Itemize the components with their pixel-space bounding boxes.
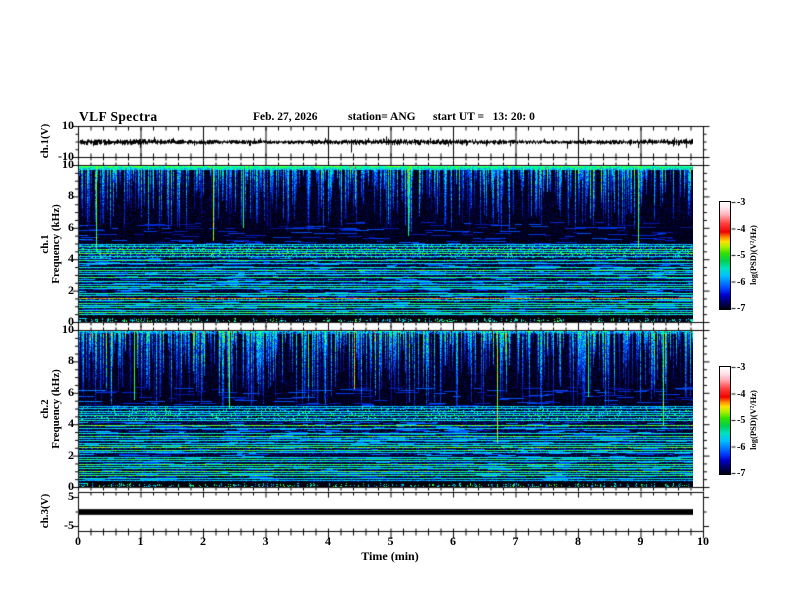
- tick-label: -5: [737, 415, 746, 426]
- tick-label: 6: [450, 534, 456, 548]
- tick-label: 2: [68, 282, 74, 297]
- tick-label: 2: [68, 447, 74, 462]
- tick-label: 1: [137, 534, 144, 548]
- tick-label: 6: [68, 384, 74, 399]
- tick-label: -4: [737, 223, 746, 235]
- tick-label: 8: [68, 188, 74, 203]
- tick-label: 7: [512, 534, 519, 548]
- tick-label: 4: [68, 416, 74, 431]
- spec2-axis-label-line2: Frequency (kHz): [50, 369, 62, 449]
- tick-label: -7: [737, 468, 746, 479]
- start-ut-label: start UT = 13: 20: 0: [433, 111, 535, 123]
- tick-label: 2: [200, 534, 206, 548]
- colorbar-2: [719, 366, 731, 475]
- tick-label: 10: [697, 534, 709, 548]
- colorbar1-title: log(PSD)(V²/Hz): [748, 225, 758, 285]
- spec1-axis-label-line2: Frequency (kHz): [50, 204, 62, 284]
- tick-label: -5: [737, 250, 746, 261]
- colorbar2-title: log(PSD)(V²/Hz): [748, 390, 758, 450]
- ch1-spectrogram: [79, 166, 693, 322]
- tick-label: 8: [68, 353, 74, 368]
- page-title: VLF Spectra: [79, 109, 158, 124]
- tick-label: 4: [68, 251, 74, 266]
- colorbar-1: [719, 201, 731, 310]
- tick-label: -3: [737, 197, 746, 208]
- tick-label: 8: [575, 534, 581, 548]
- station-label: station= ANG: [348, 111, 416, 123]
- ch1-voltage-waveform: [79, 127, 693, 157]
- tick-label: -3: [737, 362, 746, 373]
- spec2-axis-label: ch.2 Frequency (kHz): [39, 369, 62, 449]
- ch2-spectrogram: [79, 331, 693, 487]
- tick-label: -6: [737, 441, 746, 453]
- tick-label: 5: [68, 489, 74, 503]
- vlf-spectra-figure: VLF Spectra Feb. 27, 2026 station= ANG s…: [0, 0, 792, 612]
- tick-label: 4: [325, 534, 331, 548]
- tick-label: -7: [737, 303, 746, 314]
- tick-label: 0: [75, 534, 81, 548]
- x-axis-title: Time (min): [361, 549, 419, 563]
- tick-label: 10: [62, 118, 74, 132]
- spec1-axis-label: ch.1 Frequency (kHz): [39, 204, 62, 284]
- tick-label: -4: [737, 388, 746, 400]
- tick-label: 9: [637, 534, 644, 548]
- date-label: Feb. 27, 2026: [253, 111, 318, 123]
- tick-label: -10: [58, 149, 74, 163]
- tick-label: 5: [387, 534, 394, 548]
- tick-label: 10: [62, 322, 74, 336]
- tick-label: -5: [64, 518, 74, 532]
- ch3-voltage-trace: [79, 493, 693, 531]
- tick-label: 3: [262, 534, 269, 548]
- tick-label: -6: [737, 276, 746, 288]
- tick-label: 6: [68, 219, 74, 234]
